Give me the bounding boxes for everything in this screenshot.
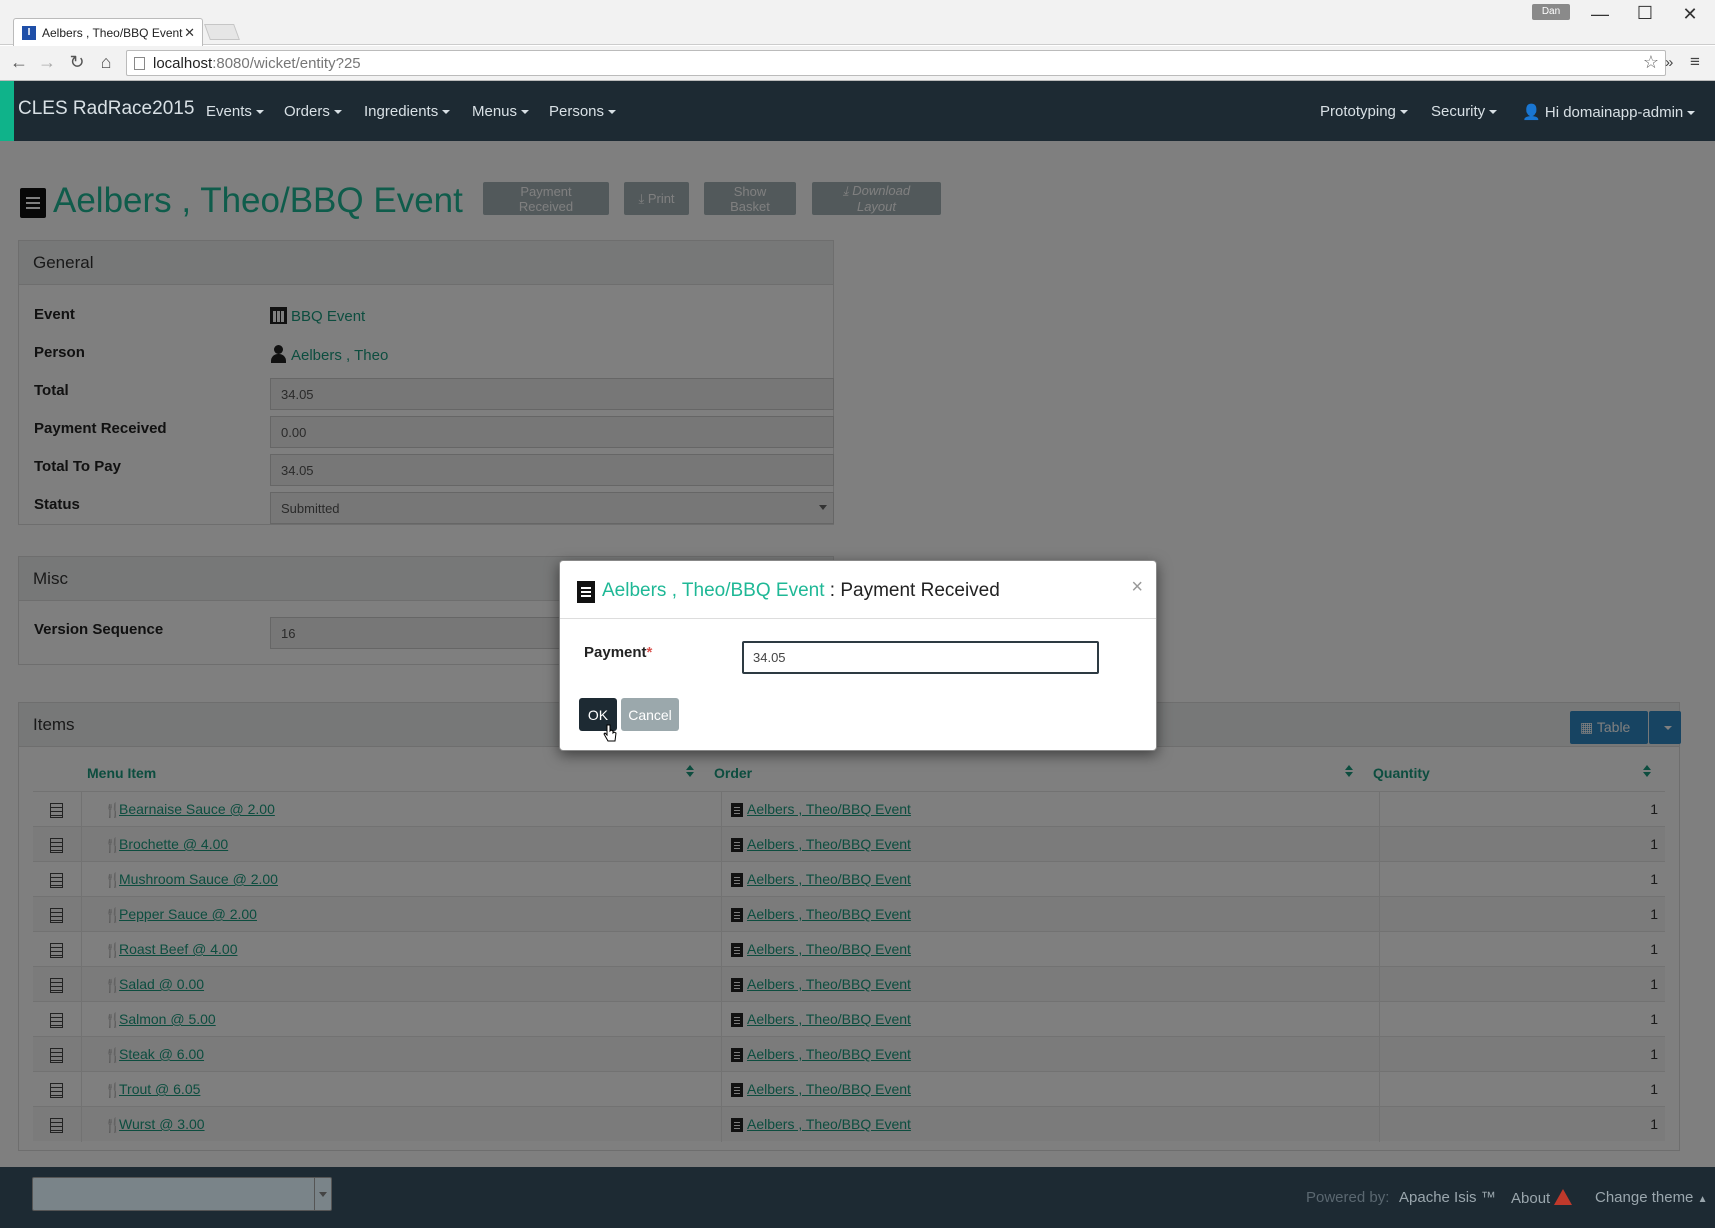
browser-tab[interactable]: I Aelbers , Theo/BBQ Event ✕: [13, 18, 203, 46]
nav-menus-label: Menus: [472, 103, 518, 120]
order-icon: [577, 581, 595, 603]
caret-down-icon: [255, 110, 264, 115]
page-icon: [134, 57, 145, 70]
app-favicon-icon: I: [22, 26, 36, 40]
caret-down-icon: [521, 110, 530, 115]
nav-prototyping-label: Prototyping: [1320, 103, 1396, 120]
browser-user-badge[interactable]: Dan: [1532, 4, 1570, 20]
cancel-button[interactable]: Cancel: [621, 698, 679, 731]
nav-persons[interactable]: Persons: [549, 103, 617, 120]
dialog-title: Aelbers , Theo/BBQ Event : Payment Recei…: [602, 580, 1000, 602]
caret-down-icon: [1687, 111, 1696, 116]
caret-down-icon: [608, 110, 617, 115]
warning-icon: [1554, 1189, 1573, 1205]
nav-user-menu[interactable]: 👤 Hi domainapp-admin: [1522, 103, 1696, 121]
about-label: About: [1511, 1190, 1551, 1207]
required-marker: *: [646, 644, 653, 661]
app-brand[interactable]: CLES RadRace2015: [18, 98, 194, 120]
change-theme-label: Change theme: [1595, 1189, 1694, 1206]
url-path: :8080/wicket/entity?25: [212, 55, 361, 72]
footer: Powered by: Apache Isis ™ About Change t…: [0, 1167, 1715, 1228]
nav-ingredients-label: Ingredients: [364, 103, 439, 120]
nav-orders-label: Orders: [284, 103, 330, 120]
chevron-down-icon: [319, 1192, 327, 1197]
payment-input[interactable]: [742, 641, 1099, 674]
select-divider: [314, 1178, 315, 1210]
hand-cursor-icon: [603, 724, 617, 742]
url-host: localhost: [153, 55, 213, 72]
caret-down-icon: [333, 110, 342, 115]
new-tab-button[interactable]: [204, 24, 240, 40]
change-theme-menu[interactable]: Change theme ▲: [1595, 1189, 1707, 1206]
browser-tab-strip: I Aelbers , Theo/BBQ Event ✕ Dan — ☐ ✕: [0, 0, 1715, 46]
tab-close-icon[interactable]: ✕: [184, 25, 195, 41]
nav-orders[interactable]: Orders: [284, 103, 342, 120]
nav-prototyping[interactable]: Prototyping: [1320, 103, 1408, 120]
home-icon[interactable]: ⌂: [95, 52, 117, 73]
bookmark-star-icon[interactable]: ☆: [1643, 52, 1659, 73]
navbar-accent-bar: [0, 81, 14, 141]
window-close-icon[interactable]: ✕: [1676, 4, 1704, 25]
forward-icon[interactable]: →: [36, 52, 58, 73]
user-icon: 👤: [1522, 104, 1545, 121]
nav-events[interactable]: Events: [206, 103, 264, 120]
caret-down-icon: [442, 110, 451, 115]
nav-ingredients[interactable]: Ingredients: [364, 103, 451, 120]
maximize-icon[interactable]: ☐: [1631, 3, 1659, 24]
tab-title: Aelbers , Theo/BBQ Event: [42, 26, 183, 40]
nav-security[interactable]: Security: [1431, 103, 1498, 120]
caret-down-icon: [1489, 110, 1498, 115]
bookmarks-select[interactable]: [32, 1177, 332, 1211]
nav-menus[interactable]: Menus: [472, 103, 530, 120]
minimize-icon[interactable]: —: [1586, 4, 1614, 25]
address-toolbar: ← → ↻ ⌂ localhost:8080/wicket/entity?25 …: [0, 46, 1715, 81]
payment-label-text: Payment: [584, 644, 647, 661]
caret-up-icon: ▲: [1697, 1194, 1708, 1205]
nav-security-label: Security: [1431, 103, 1486, 120]
payment-label: Payment*: [584, 644, 652, 661]
extensions-overflow-icon[interactable]: »: [1665, 54, 1673, 71]
dialog-object-title[interactable]: Aelbers , Theo/BBQ Event: [602, 580, 825, 601]
nav-events-label: Events: [206, 103, 252, 120]
close-icon[interactable]: ×: [1131, 576, 1143, 599]
dialog-action-title: : Payment Received: [824, 580, 1000, 601]
url-bar[interactable]: localhost:8080/wicket/entity?25 ☆: [126, 50, 1666, 76]
dialog-header: Aelbers , Theo/BBQ Event : Payment Recei…: [560, 561, 1156, 619]
reload-icon[interactable]: ↻: [66, 52, 88, 73]
nav-user-label: Hi domainapp-admin: [1544, 104, 1684, 121]
nav-persons-label: Persons: [549, 103, 605, 120]
caret-down-icon: [1399, 110, 1408, 115]
payment-received-dialog: Aelbers , Theo/BBQ Event : Payment Recei…: [559, 560, 1157, 751]
browser-menu-icon[interactable]: ≡: [1690, 52, 1700, 72]
app-navbar: CLES RadRace2015 Events Orders Ingredien…: [0, 81, 1715, 141]
back-icon[interactable]: ←: [8, 52, 30, 73]
about-link[interactable]: About: [1511, 1189, 1573, 1207]
apache-isis-link[interactable]: Apache Isis ™: [1399, 1189, 1496, 1206]
powered-by-label: Powered by:: [1306, 1189, 1390, 1206]
